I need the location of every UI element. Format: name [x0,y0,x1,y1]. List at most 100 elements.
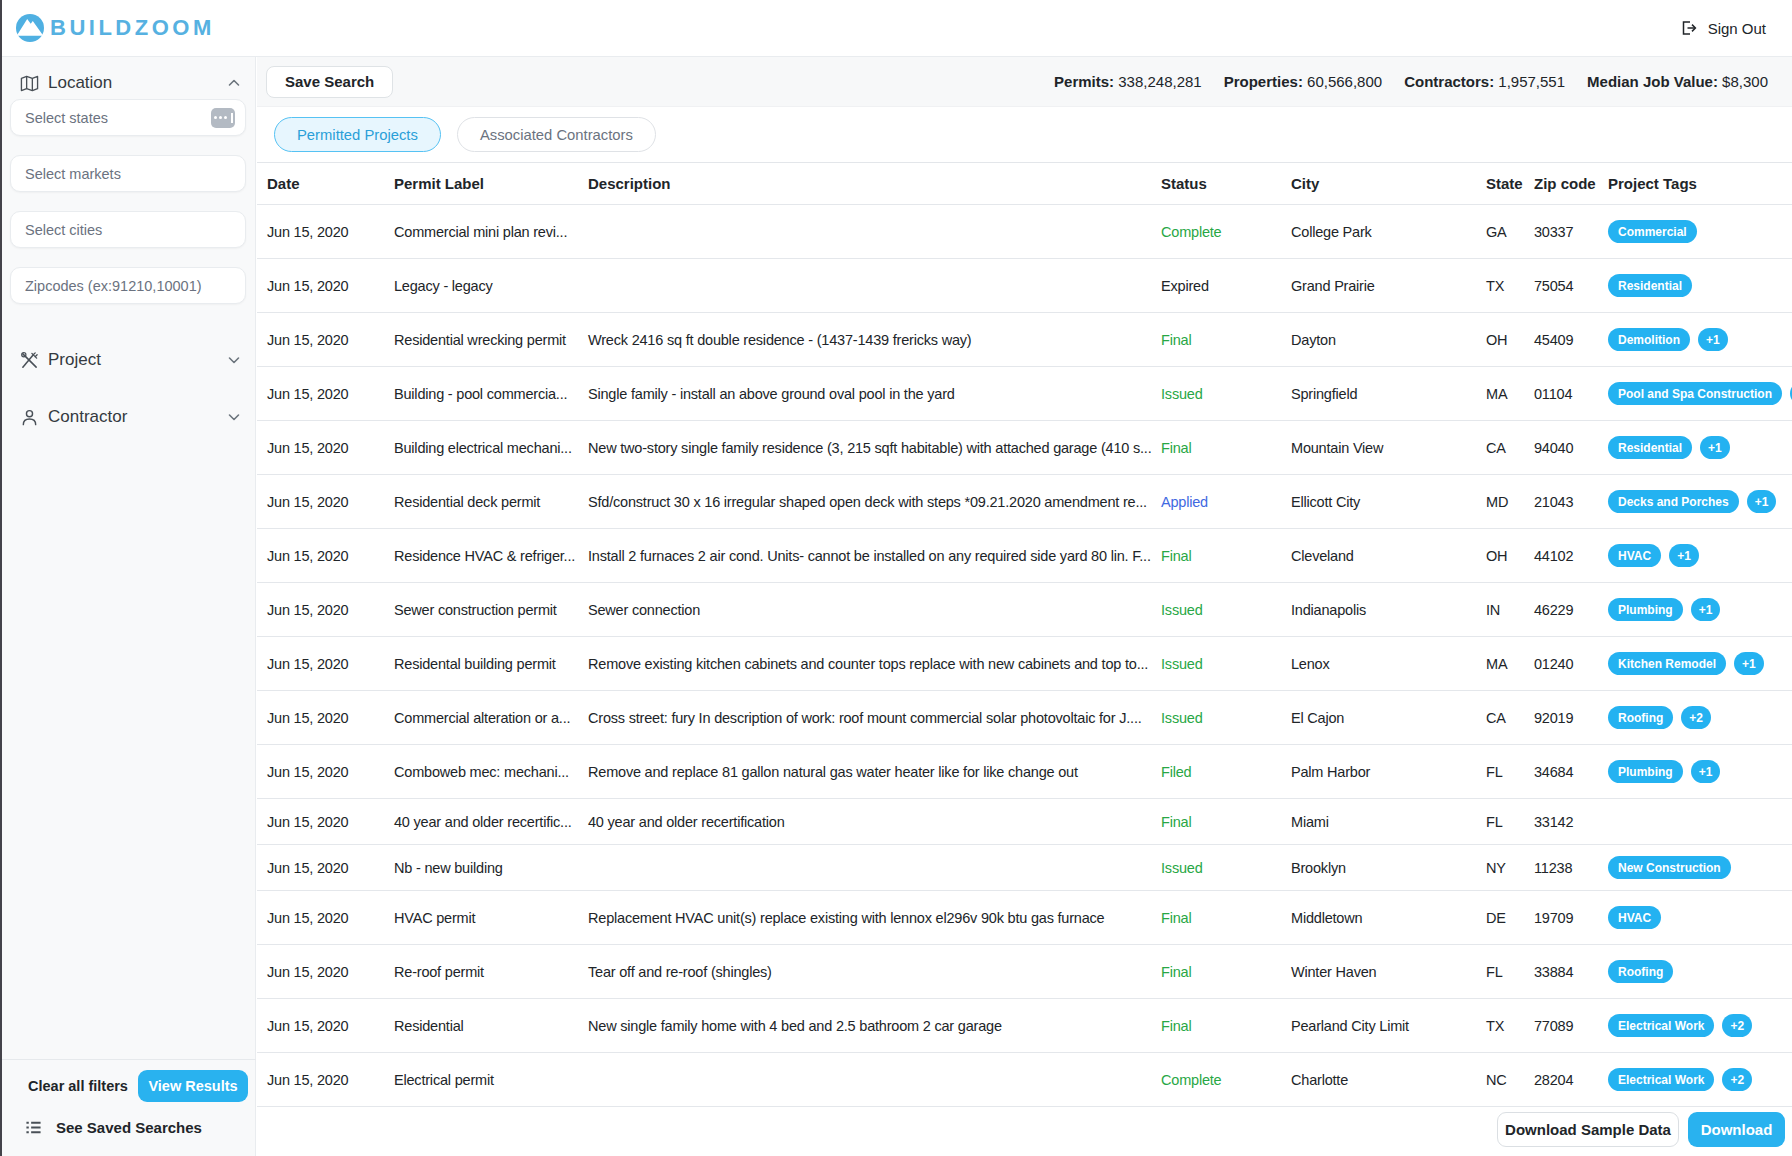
state-cell: OH [1476,332,1524,348]
status-cell: Expired [1151,278,1281,294]
table-row[interactable]: Jun 15, 2020Re-roof permitTear off and r… [257,945,1792,999]
view-results-button[interactable]: View Results [138,1070,248,1102]
download-button[interactable]: Download [1688,1112,1785,1147]
contractor-section-header[interactable]: Contractor [20,407,241,427]
clear-all-filters-button[interactable]: Clear all filters [28,1078,128,1094]
project-tag[interactable]: Residential [1608,436,1692,459]
project-tag[interactable]: Residential [1608,274,1692,297]
more-tags-badge[interactable]: +1 [1691,598,1721,621]
project-tag[interactable]: Commercial [1608,220,1697,243]
result-tabs: Permitted Projects Associated Contractor… [257,107,1792,162]
city-cell: Springfield [1281,386,1476,402]
table-row[interactable]: Jun 15, 2020Building - pool commercia...… [257,367,1792,421]
save-search-button[interactable]: Save Search [266,66,393,98]
project-tag[interactable]: Electrical Work [1608,1068,1714,1091]
project-tag[interactable]: Electrical Work [1608,1014,1714,1037]
project-tag[interactable]: Plumbing [1608,598,1683,621]
table-row[interactable]: Jun 15, 2020Residence HVAC & refriger...… [257,529,1792,583]
table-row[interactable]: Jun 15, 2020Nb - new buildingIssuedBrook… [257,845,1792,891]
project-tag[interactable]: Roofing [1608,706,1673,729]
more-tags-badge[interactable]: +2 [1681,706,1711,729]
project-tag[interactable]: Kitchen Remodel [1608,652,1726,675]
zip-code-cell: 75054 [1524,278,1598,294]
project-section-header[interactable]: Project [20,350,241,370]
project-tag[interactable]: Pool and Spa Construction [1608,382,1782,405]
table-row[interactable]: Jun 15, 2020Residental building permitRe… [257,637,1792,691]
more-tags-badge[interactable]: +1 [1747,490,1777,513]
project-tag[interactable]: HVAC [1608,906,1661,929]
more-tags-badge[interactable]: +1 [1700,436,1730,459]
sign-out-icon [1678,18,1698,38]
col-state: State [1476,175,1524,192]
col-description: Description [578,175,1151,192]
select-cities-input[interactable]: Select cities [10,211,246,248]
table-row[interactable]: Jun 15, 2020Comboweb mec: mechani...Remo… [257,745,1792,799]
table-row[interactable]: Jun 15, 202040 year and older recertific… [257,799,1792,845]
date-cell: Jun 15, 2020 [257,860,384,876]
table-row[interactable]: Jun 15, 2020Sewer construction permitSew… [257,583,1792,637]
table-row[interactable]: Jun 15, 2020Residential wrecking permitW… [257,313,1792,367]
stat-contractors: Contractors: 1,957,551 [1404,73,1565,90]
state-cell: MD [1476,494,1524,510]
project-tag[interactable]: Demolition [1608,328,1690,351]
zipcodes-input[interactable]: Zipcodes (ex:91210,10001) [10,267,246,304]
permit-label-cell: Residential wrecking permit [384,332,578,348]
sidebar-footer-divider [0,1059,256,1060]
permit-label-cell: Sewer construction permit [384,602,578,618]
buildzoom-logo-icon [16,14,44,42]
project-tag[interactable]: Plumbing [1608,760,1683,783]
state-cell: FL [1476,814,1524,830]
more-tags-badge[interactable]: +2 [1722,1014,1752,1037]
status-cell: Issued [1151,656,1281,672]
more-tags-badge[interactable]: +1 [1669,544,1699,567]
tab-permitted-projects[interactable]: Permitted Projects [274,117,441,152]
status-cell: Final [1151,964,1281,980]
table-row[interactable]: Jun 15, 2020Legacy - legacyExpiredGrand … [257,259,1792,313]
download-sample-data-button[interactable]: Download Sample Data [1497,1112,1679,1147]
table-row[interactable]: Jun 15, 2020Commercial alteration or a..… [257,691,1792,745]
state-cell: MA [1476,386,1524,402]
project-tag[interactable]: HVAC [1608,544,1661,567]
status-cell: Complete [1151,1072,1281,1088]
more-tags-badge[interactable]: +1 [1691,760,1721,783]
state-cell: FL [1476,764,1524,780]
stats-bar: Save Search Permits: 338,248,281 Propert… [257,57,1792,107]
city-cell: Winter Haven [1281,964,1476,980]
date-cell: Jun 15, 2020 [257,910,384,926]
buildzoom-logo[interactable]: BUILDZOOM [16,14,215,42]
more-tags-badge[interactable]: +1 [1734,652,1764,675]
zip-code-cell: 19709 [1524,910,1598,926]
description-cell: Remove existing kitchen cabinets and cou… [578,656,1151,672]
table-row[interactable]: Jun 15, 2020ResidentialNew single family… [257,999,1792,1053]
sign-out-button[interactable]: Sign Out [1678,18,1766,38]
table-row[interactable]: Jun 15, 2020HVAC permitReplacement HVAC … [257,891,1792,945]
status-cell: Filed [1151,764,1281,780]
tab-associated-contractors[interactable]: Associated Contractors [457,117,656,152]
contractor-section-label: Contractor [48,407,127,427]
see-saved-searches-button[interactable]: See Saved Searches [25,1119,202,1136]
col-permit-label: Permit Label [384,175,578,192]
more-tags-badge[interactable]: +1 [1698,328,1728,351]
project-tags-cell: Demolition +1 [1598,328,1792,351]
table-row[interactable]: Jun 15, 2020Electrical permitCompleteCha… [257,1053,1792,1107]
project-tag[interactable]: New Construction [1608,856,1731,879]
map-icon [20,74,39,93]
select-states-input[interactable]: Select states [10,99,246,136]
city-cell: Pearland City Limit [1281,1018,1476,1034]
state-cell: CA [1476,440,1524,456]
table-row[interactable]: Jun 15, 2020Building electrical mechani.… [257,421,1792,475]
project-tag[interactable]: Decks and Porches [1608,490,1739,513]
table-row[interactable]: Jun 15, 2020Residential deck permitSfd/c… [257,475,1792,529]
table-row[interactable]: Jun 15, 2020Commercial mini plan revi...… [257,205,1792,259]
state-cell: FL [1476,964,1524,980]
project-tag[interactable]: Roofing [1608,960,1673,983]
states-menu-button[interactable] [211,108,235,128]
more-tags-badge[interactable]: +2 [1722,1068,1752,1091]
project-tags-cell: Electrical Work +2 [1598,1068,1792,1091]
chevron-down-icon [227,353,241,367]
status-cell: Issued [1151,386,1281,402]
description-cell: Cross street: fury In description of wor… [578,710,1151,726]
location-section-header[interactable]: Location [20,73,241,93]
date-cell: Jun 15, 2020 [257,764,384,780]
select-markets-input[interactable]: Select markets [10,155,246,192]
